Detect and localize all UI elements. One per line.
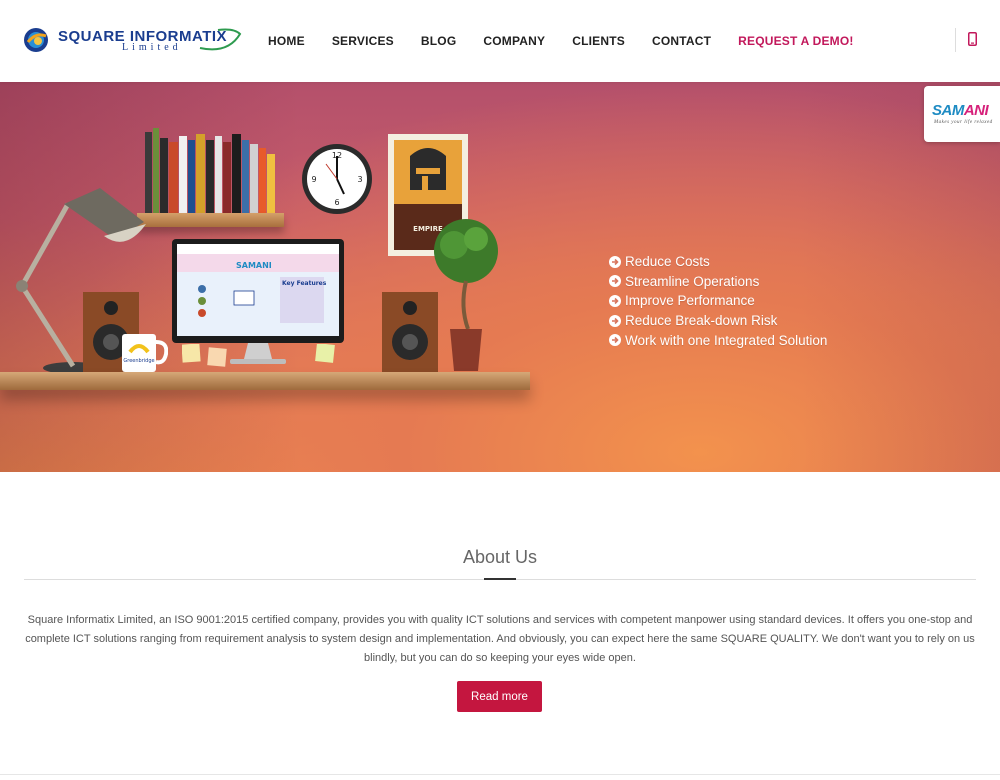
benefit-item: Work with one Integrated Solution: [609, 330, 827, 350]
potted-plant-illustration: [434, 219, 498, 371]
benefit-label: Reduce Break-down Risk: [625, 313, 778, 329]
square-informatix-logo-icon: [24, 28, 48, 52]
section-divider: [0, 774, 1000, 775]
benefit-label: Work with one Integrated Solution: [625, 332, 828, 348]
benefit-item: Improve Performance: [609, 291, 827, 311]
about-title: About Us: [462, 547, 538, 567]
nav-contact[interactable]: CONTACT: [652, 34, 711, 48]
logo-subtitle: Limited: [122, 42, 182, 53]
benefit-label: Streamline Operations: [625, 273, 760, 289]
circle-arrow-right-icon: [609, 275, 621, 288]
benefit-item: Streamline Operations: [609, 272, 827, 292]
samani-tagline: Makes your life relaxed: [934, 120, 993, 125]
mug-label: Greenbridge: [123, 358, 154, 364]
screen-brand: SAMANI: [236, 261, 272, 270]
nav-company[interactable]: COMPANY: [483, 34, 545, 48]
desk-shelf: [0, 372, 530, 390]
site-header: SQUARE INFORMATIX Limited HOME SERVICES …: [0, 0, 1000, 82]
benefits-list: Reduce Costs Streamline Operations Impro…: [609, 252, 827, 350]
header-divider: [955, 28, 956, 52]
books-illustration: [145, 128, 275, 214]
samani-badge[interactable]: SAMANI Makes your life relaxed: [924, 86, 1000, 142]
samani-brand-blue: SAM: [932, 102, 964, 119]
nav-blog[interactable]: BLOG: [421, 34, 456, 48]
benefit-item: Reduce Break-down Risk: [609, 311, 827, 331]
circle-arrow-right-icon: [609, 294, 621, 307]
wall-clock-icon: 12369: [302, 144, 372, 214]
sticky-notes-illustration: [182, 344, 335, 367]
main-nav: HOME SERVICES BLOG COMPANY CLIENTS CONTA…: [268, 34, 881, 48]
coffee-mug-illustration: Greenbridge: [122, 334, 168, 372]
circle-arrow-right-icon: [609, 314, 621, 327]
about-divider-accent: [484, 578, 516, 580]
svg-text:9: 9: [311, 175, 316, 184]
read-more-button[interactable]: Read more: [457, 681, 542, 712]
benefit-item: Reduce Costs: [609, 252, 827, 272]
upper-shelf: [137, 213, 284, 227]
circle-arrow-right-icon: [609, 334, 621, 347]
benefit-label: Improve Performance: [625, 293, 755, 309]
nav-clients[interactable]: CLIENTS: [572, 34, 625, 48]
mobile-phone-icon[interactable]: [968, 32, 977, 46]
about-text: Square Informatix Limited, an ISO 9001:2…: [25, 614, 975, 664]
nav-home[interactable]: HOME: [268, 34, 305, 48]
site-logo[interactable]: SQUARE INFORMATIX Limited: [22, 24, 242, 56]
svg-text:3: 3: [357, 175, 362, 184]
screen-heading: Key Features: [282, 280, 327, 287]
benefit-label: Reduce Costs: [625, 254, 710, 270]
hero-banner: 12 3 6 9 EMPIRE SAMANI Key Features Gree…: [0, 82, 1000, 472]
samani-brand-pink: ANI: [963, 102, 989, 119]
logo-swoosh-icon: [199, 28, 242, 51]
samani-brand: SAMANI: [932, 102, 989, 119]
nav-request-demo[interactable]: REQUEST A DEMO!: [738, 34, 853, 48]
nav-services[interactable]: SERVICES: [332, 34, 394, 48]
svg-text:6: 6: [334, 198, 339, 207]
circle-arrow-right-icon: [609, 255, 621, 268]
